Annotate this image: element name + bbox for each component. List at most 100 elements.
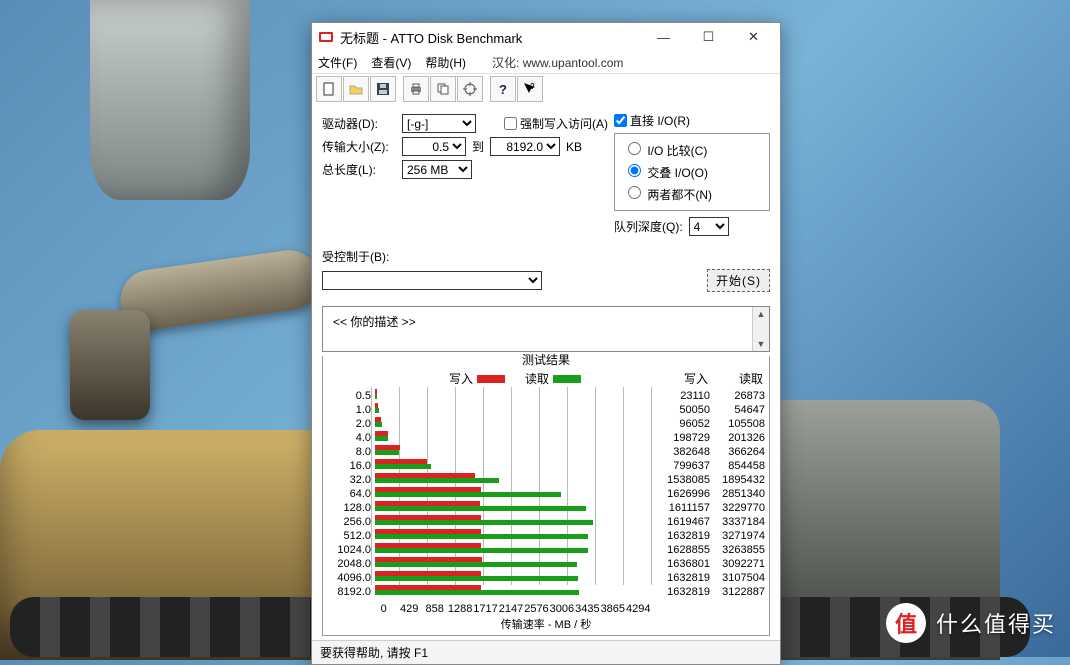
read-bar xyxy=(375,590,579,595)
print-button[interactable] xyxy=(403,76,429,102)
read-value: 366264 xyxy=(710,446,765,458)
legend-read-swatch xyxy=(553,375,581,383)
xfer-unit: KB xyxy=(566,140,582,154)
target-button[interactable] xyxy=(457,76,483,102)
write-value: 1611157 xyxy=(655,502,710,514)
drive-select[interactable]: [-g-] xyxy=(402,114,476,133)
menu-view[interactable]: 查看(V) xyxy=(371,54,411,71)
menu-file[interactable]: 文件(F) xyxy=(318,54,357,71)
controlled-label: 受控制于(B): xyxy=(322,248,389,265)
write-value: 23110 xyxy=(655,390,710,402)
radio-compare[interactable]: I/O 比较(C) xyxy=(623,138,761,160)
direct-io-input[interactable] xyxy=(614,114,627,127)
bar-cell xyxy=(375,403,655,417)
help-button[interactable]: ? xyxy=(490,76,516,102)
watermark-badge: 值 xyxy=(886,603,926,643)
y-label: 1.0 xyxy=(327,404,375,416)
y-label: 4096.0 xyxy=(327,572,375,584)
open-button[interactable] xyxy=(343,76,369,102)
value-cell: 382648366264 xyxy=(655,446,765,458)
read-value: 2851340 xyxy=(710,488,765,500)
menu-bar: 文件(F) 查看(V) 帮助(H) 汉化: www.upantool.com xyxy=(312,51,780,73)
bg-robot-hand xyxy=(70,310,150,420)
y-label: 2.0 xyxy=(327,418,375,430)
new-button[interactable] xyxy=(316,76,342,102)
x-tick: 2147 xyxy=(498,603,523,615)
write-value: 1619467 xyxy=(655,516,710,528)
context-help-button[interactable]: ? xyxy=(517,76,543,102)
queue-select[interactable]: 4 xyxy=(689,217,729,236)
read-value: 3263855 xyxy=(710,544,765,556)
radio-neither[interactable]: 两者都不(N) xyxy=(623,182,761,204)
x-tick: 3006 xyxy=(549,603,574,615)
maximize-button[interactable]: ☐ xyxy=(686,26,731,48)
x-tick: 3865 xyxy=(600,603,625,615)
chart-row: 128.016111573229770 xyxy=(327,501,765,515)
chart-row: 64.016269962851340 xyxy=(327,487,765,501)
start-button[interactable]: 开始(S) xyxy=(707,269,770,292)
read-value: 3271974 xyxy=(710,530,765,542)
read-bar xyxy=(375,450,399,455)
controlled-select[interactable] xyxy=(322,271,542,290)
scroll-up-icon[interactable]: ▲ xyxy=(753,307,769,321)
x-tick: 3435 xyxy=(575,603,600,615)
description-text: << 你的描述 >> xyxy=(333,315,416,329)
x-tick: 2576 xyxy=(524,603,549,615)
title-bar[interactable]: 无标题 - ATTO Disk Benchmark — ☐ ✕ xyxy=(312,23,780,51)
len-select[interactable]: 256 MB xyxy=(402,160,472,179)
force-write-label: 强制写入访问(A) xyxy=(520,115,608,132)
bar-cell xyxy=(375,585,655,599)
direct-io-checkbox[interactable]: 直接 I/O(R) xyxy=(614,110,770,133)
chart-row: 4.0198729201326 xyxy=(327,431,765,445)
value-cell: 799637854458 xyxy=(655,460,765,472)
chart-row: 32.015380851895432 xyxy=(327,473,765,487)
y-label: 16.0 xyxy=(327,460,375,472)
value-cell: 16328193122887 xyxy=(655,586,765,598)
read-bar xyxy=(375,520,593,525)
save-button[interactable] xyxy=(370,76,396,102)
chart-row: 1024.016288553263855 xyxy=(327,543,765,557)
watermark: 值 什么值得买 xyxy=(886,603,1056,643)
xfer-label: 传输大小(Z): xyxy=(322,138,396,155)
bar-cell xyxy=(375,431,655,445)
write-value: 96052 xyxy=(655,418,710,430)
force-write-checkbox[interactable]: 强制写入访问(A) xyxy=(504,115,608,132)
value-cell: 96052105508 xyxy=(655,418,765,430)
scroll-down-icon[interactable]: ▼ xyxy=(753,337,769,351)
force-write-input[interactable] xyxy=(504,117,517,130)
results-header: 写入 读取 写入 读取 xyxy=(323,370,769,387)
app-icon xyxy=(318,29,334,45)
read-bar xyxy=(375,534,588,539)
chart-row: 2048.016368013092271 xyxy=(327,557,765,571)
description-box[interactable]: << 你的描述 >> ▲ ▼ xyxy=(322,306,770,352)
xfer-from-select[interactable]: 0.5 xyxy=(402,137,466,156)
write-value: 799637 xyxy=(655,460,710,472)
close-button[interactable]: ✕ xyxy=(731,26,776,48)
bar-cell xyxy=(375,543,655,557)
svg-text:?: ? xyxy=(499,82,507,96)
x-axis-label: 传输速率 - MB / 秒 xyxy=(323,615,769,635)
bar-cell xyxy=(375,487,655,501)
copy-button[interactable] xyxy=(430,76,456,102)
len-label: 总长度(L): xyxy=(322,161,396,178)
localization-label: 汉化: xyxy=(492,56,519,70)
read-bar xyxy=(375,436,388,441)
x-tick: 1288 xyxy=(447,603,472,615)
read-bar xyxy=(375,548,588,553)
x-tick: 4294 xyxy=(626,603,651,615)
chart-row: 512.016328193271974 xyxy=(327,529,765,543)
read-bar xyxy=(375,576,578,581)
xfer-to-select[interactable]: 8192.0 xyxy=(490,137,560,156)
read-bar xyxy=(375,562,577,567)
col-write: 写入 xyxy=(653,370,708,387)
desc-scrollbar[interactable]: ▲ ▼ xyxy=(752,307,769,351)
radio-overlap[interactable]: 交叠 I/O(O) xyxy=(623,160,761,182)
bg-track-left xyxy=(10,597,330,657)
x-tick: 429 xyxy=(396,603,421,615)
results-title: 测试结果 xyxy=(516,353,576,367)
results-panel: 测试结果 写入 读取 写入 读取 0.523110268731.05005054… xyxy=(322,356,770,636)
value-cell: 16368013092271 xyxy=(655,558,765,570)
menu-help[interactable]: 帮助(H) xyxy=(425,54,466,71)
options-panel: 驱动器(D): [-g-] 强制写入访问(A) 传输大小(Z): 0.5 到 8… xyxy=(312,104,780,302)
minimize-button[interactable]: — xyxy=(641,26,686,48)
